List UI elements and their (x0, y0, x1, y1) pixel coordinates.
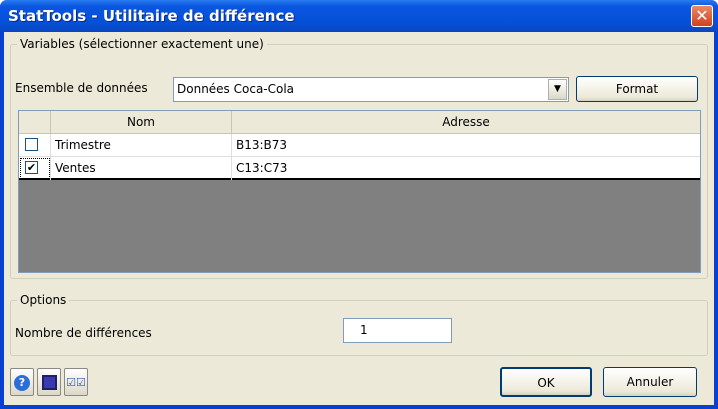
dataset-select[interactable]: Données Coca-Cola ▼ (173, 77, 569, 102)
close-button[interactable]: ✕ (691, 5, 713, 27)
chevron-down-icon[interactable]: ▼ (548, 79, 567, 100)
options-group-label: Options (17, 293, 70, 307)
options-group: Options Nombre de différences 1 (10, 293, 708, 356)
save-button[interactable] (37, 368, 61, 396)
differences-input[interactable]: 1 (343, 318, 452, 343)
dataset-label: Ensemble de données (15, 81, 148, 95)
save-icon (41, 375, 57, 390)
format-button[interactable]: Format (576, 76, 698, 102)
row-checkbox[interactable] (25, 138, 38, 151)
header-adresse[interactable]: Adresse (232, 111, 700, 134)
cancel-button[interactable]: Annuler (603, 367, 697, 397)
dialog-body: Variables (sélectionner exactement une) … (4, 32, 714, 405)
header-nom[interactable]: Nom (51, 111, 232, 134)
variables-table: Nom Adresse Trimestre B13:B73 ✔ Ventes C… (18, 110, 701, 273)
help-button[interactable]: ? (10, 368, 34, 396)
table-header: Nom Adresse (19, 111, 700, 134)
variables-group-label: Variables (sélectionner exactement une) (17, 37, 267, 51)
header-check (19, 111, 51, 134)
check-cell (19, 134, 51, 157)
title-bar[interactable]: StatTools - Utilitaire de différence ✕ (0, 0, 718, 32)
row-name: Trimestre (51, 134, 232, 157)
check-cell: ✔ (19, 157, 51, 180)
help-icon: ? (14, 375, 30, 391)
table-row[interactable]: Trimestre B13:B73 (19, 134, 700, 157)
differences-value: 1 (360, 323, 368, 337)
row-name: Ventes (51, 157, 232, 180)
dialog-window: StatTools - Utilitaire de différence ✕ V… (0, 0, 718, 409)
window-title: StatTools - Utilitaire de différence (8, 7, 295, 25)
differences-label: Nombre de différences (15, 326, 152, 340)
row-address: C13:C73 (236, 161, 288, 175)
ok-button[interactable]: OK (500, 367, 592, 397)
row-checkbox-checked[interactable]: ✔ (25, 161, 38, 174)
dataset-value: Données Coca-Cola (177, 82, 295, 96)
table-row[interactable]: ✔ Ventes C13:C73 (19, 157, 700, 180)
select-all-icon: ☑☑ (66, 376, 86, 389)
select-all-button[interactable]: ☑☑ (64, 368, 88, 396)
row-address: B13:B73 (236, 138, 288, 152)
variables-group: Variables (sélectionner exactement une) … (10, 37, 708, 279)
